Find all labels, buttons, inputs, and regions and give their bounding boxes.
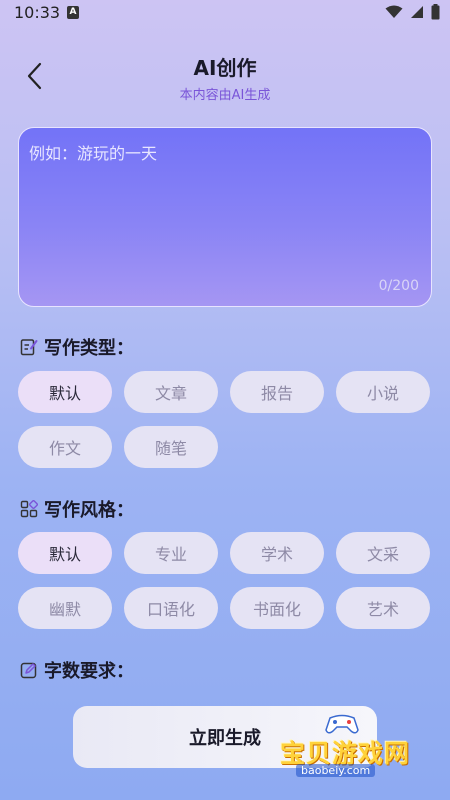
grid-apps-icon — [20, 500, 38, 518]
style-chip-literary[interactable]: 文采 — [336, 532, 430, 574]
notification-badge-icon: A — [67, 6, 79, 19]
edit-document-icon — [20, 339, 38, 356]
prompt-box: 0/200 — [18, 127, 432, 307]
pencil-square-icon — [20, 662, 37, 679]
char-count: 0/200 — [378, 278, 419, 294]
game-controller-icon — [325, 714, 359, 734]
word-count-label: 字数要求： — [44, 661, 134, 682]
style-chip-academic[interactable]: 学术 — [230, 532, 324, 574]
type-chip-composition[interactable]: 作文 — [18, 426, 112, 468]
style-chip-professional[interactable]: 专业 — [124, 532, 218, 574]
word-count-heading: 字数要求： — [20, 657, 134, 683]
status-time: 10:33 — [14, 3, 61, 22]
page-subtitle: 本内容由AI生成 — [179, 88, 271, 103]
style-chip-colloquial[interactable]: 口语化 — [124, 587, 218, 629]
battery-icon — [431, 4, 440, 20]
writing-style-heading: 写作风格： — [20, 496, 134, 522]
type-chip-essay[interactable]: 随笔 — [124, 426, 218, 468]
wifi-icon — [385, 5, 403, 18]
style-chip-written[interactable]: 书面化 — [230, 587, 324, 629]
watermark: 宝贝游戏网 baobeiy.com — [272, 712, 422, 784]
type-chip-article[interactable]: 文章 — [124, 371, 218, 413]
status-icons — [385, 4, 440, 20]
watermark-url: baobeiy.com — [296, 764, 376, 777]
writing-style-label: 写作风格： — [44, 500, 134, 521]
type-chip-default[interactable]: 默认 — [18, 371, 112, 413]
writing-type-heading: 写作类型： — [20, 334, 134, 360]
page-title: AI创作 — [193, 56, 257, 80]
style-chip-artistic[interactable]: 艺术 — [336, 587, 430, 629]
style-chip-humor[interactable]: 幽默 — [18, 587, 112, 629]
type-chip-report[interactable]: 报告 — [230, 371, 324, 413]
status-bar: 10:33 A — [0, 0, 450, 26]
signal-icon — [411, 6, 423, 18]
style-chip-default[interactable]: 默认 — [18, 532, 112, 574]
prompt-input[interactable] — [29, 140, 421, 275]
type-chip-novel[interactable]: 小说 — [336, 371, 430, 413]
writing-type-label: 写作类型： — [44, 338, 134, 359]
